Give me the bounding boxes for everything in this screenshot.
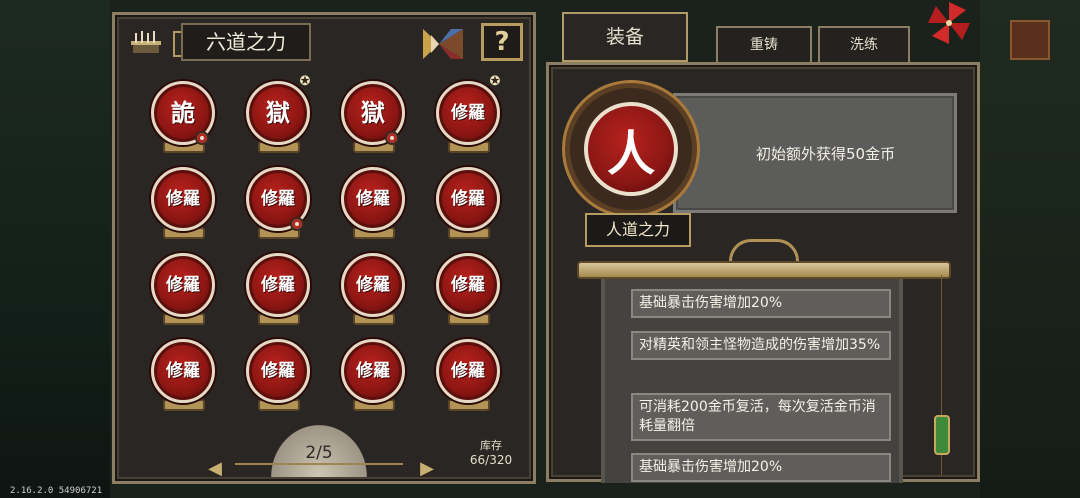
tab-recast[interactable]: 重铸 [716, 26, 812, 64]
power-orb: 修羅 [151, 167, 215, 231]
power-slot[interactable]: 修羅 [137, 161, 232, 247]
tab-refine[interactable]: 洗练 [818, 26, 910, 64]
power-slot[interactable]: 獄 [327, 75, 422, 161]
orb-glyph: 修羅 [356, 274, 390, 295]
power-orb: 修羅 [341, 339, 405, 403]
orb-glyph: 修羅 [261, 360, 295, 381]
six-paths-panel: 六道之力 ? 詭獄 ✪ 獄修羅 ✪ 修羅 修羅 修羅 修羅 修羅 修羅 修羅 修羅 修羅 修羅 修羅 修羅 ◀… [112, 12, 536, 484]
pinwheel-icon[interactable] [926, 0, 972, 46]
scroll-ornament [729, 239, 799, 261]
previous-page-arrow-icon[interactable]: ◀ [205, 459, 225, 479]
equip-detail-panel: 初始额外获得50金币 人 人道之力 基础暴击伤害增加20% 对精英和领主怪物造成… [546, 62, 980, 483]
power-slot[interactable]: 修羅 [327, 161, 422, 247]
power-slot[interactable]: 修羅 [327, 247, 422, 333]
stock-label: 库存 [480, 439, 502, 452]
orb-glyph: 修羅 [451, 360, 485, 381]
power-orb: 獄 [246, 81, 310, 145]
power-slot[interactable]: 修羅 [422, 161, 517, 247]
effect-item: 可消耗200金币复活，每次复活金币消耗量翻倍 [631, 393, 891, 441]
power-slot[interactable]: 修羅 [137, 333, 232, 419]
pager: ◀ 2/5 ▶ [205, 425, 435, 483]
power-slot[interactable]: 修羅 [232, 333, 327, 419]
tab-equip[interactable]: 装备 [562, 12, 688, 62]
power-slot[interactable]: 獄 ✪ [232, 75, 327, 161]
power-orb: 修羅 [341, 167, 405, 231]
background-scenery-left [0, 0, 110, 498]
selected-power-orb: 人 [584, 102, 678, 196]
jade-charm-icon [934, 415, 950, 455]
star-icon: ✪ [299, 74, 311, 89]
power-slot[interactable]: 修羅 [232, 161, 327, 247]
power-orb: 修羅 [436, 339, 500, 403]
power-orb: 修羅 [436, 167, 500, 231]
background-scenery-right [980, 0, 1080, 498]
tangram-map-icon[interactable] [419, 25, 467, 63]
effect-item: 基础暴击伤害增加20% [631, 453, 891, 482]
orb-glyph: 修羅 [451, 188, 485, 209]
power-slot[interactable]: 修羅 ✪ [422, 75, 517, 161]
effects-scroll[interactable]: 基础暴击伤害增加20% 对精英和领主怪物造成的伤害增加35% 可消耗200金币复… [601, 279, 903, 483]
panel-title: 六道之力 [173, 23, 311, 61]
help-button[interactable]: ? [481, 23, 523, 61]
incense-icon [131, 31, 161, 53]
orb-glyph: 修羅 [166, 274, 200, 295]
fan-base-ornament [235, 463, 403, 477]
scroll-rod [577, 261, 951, 279]
power-orb: 修羅 [246, 339, 310, 403]
page-indicator: 2/5 [305, 443, 333, 463]
orb-glyph: 修羅 [356, 188, 390, 209]
stock-count: 66/320 [469, 453, 513, 467]
effect-item: 对精英和领主怪物造成的伤害增加35% [631, 331, 891, 360]
orb-glyph: 獄 [361, 98, 385, 127]
power-slot[interactable]: 修羅 [422, 333, 517, 419]
orb-glyph: 修羅 [261, 188, 295, 209]
version-text: 2.16.2.0 54906721 [10, 486, 103, 496]
description-text: 初始额外获得50金币 [756, 144, 896, 163]
notification-dot-icon [290, 217, 304, 231]
orb-glyph: 修羅 [451, 274, 485, 295]
power-grid: 詭獄 ✪ 獄修羅 ✪ 修羅 修羅 修羅 修羅 修羅 修羅 修羅 修羅 修羅 修羅 修羅 修羅 [137, 75, 517, 419]
selected-power-frame: 人 [565, 83, 697, 215]
power-orb: 修羅 [151, 253, 215, 317]
power-orb: 修羅 [436, 81, 500, 145]
description-box: 初始额外获得50金币 [673, 93, 957, 213]
effect-item: 基础暴击伤害增加20% [631, 289, 891, 318]
power-slot[interactable]: 修羅 [137, 247, 232, 333]
orb-glyph: 修羅 [261, 274, 295, 295]
orb-glyph: 詭 [171, 98, 195, 127]
selected-power-name: 人道之力 [585, 213, 691, 247]
power-slot[interactable]: 修羅 [327, 333, 422, 419]
notification-dot-icon [195, 131, 209, 145]
power-orb: 修羅 [246, 253, 310, 317]
power-orb: 修羅 [436, 253, 500, 317]
corner-menu-icon[interactable] [1010, 20, 1050, 60]
power-slot[interactable]: 詭 [137, 75, 232, 161]
star-icon: ✪ [489, 74, 501, 89]
orb-glyph: 修羅 [356, 360, 390, 381]
power-slot[interactable]: 修羅 [422, 247, 517, 333]
orb-glyph: 修羅 [166, 188, 200, 209]
power-orb: 修羅 [341, 253, 405, 317]
power-slot[interactable]: 修羅 [232, 247, 327, 333]
notification-dot-icon [385, 131, 399, 145]
power-orb: 修羅 [151, 339, 215, 403]
orb-glyph: 獄 [266, 98, 290, 127]
orb-glyph: 修羅 [166, 360, 200, 381]
next-page-arrow-icon[interactable]: ▶ [417, 459, 437, 479]
orb-glyph: 修羅 [451, 102, 485, 123]
